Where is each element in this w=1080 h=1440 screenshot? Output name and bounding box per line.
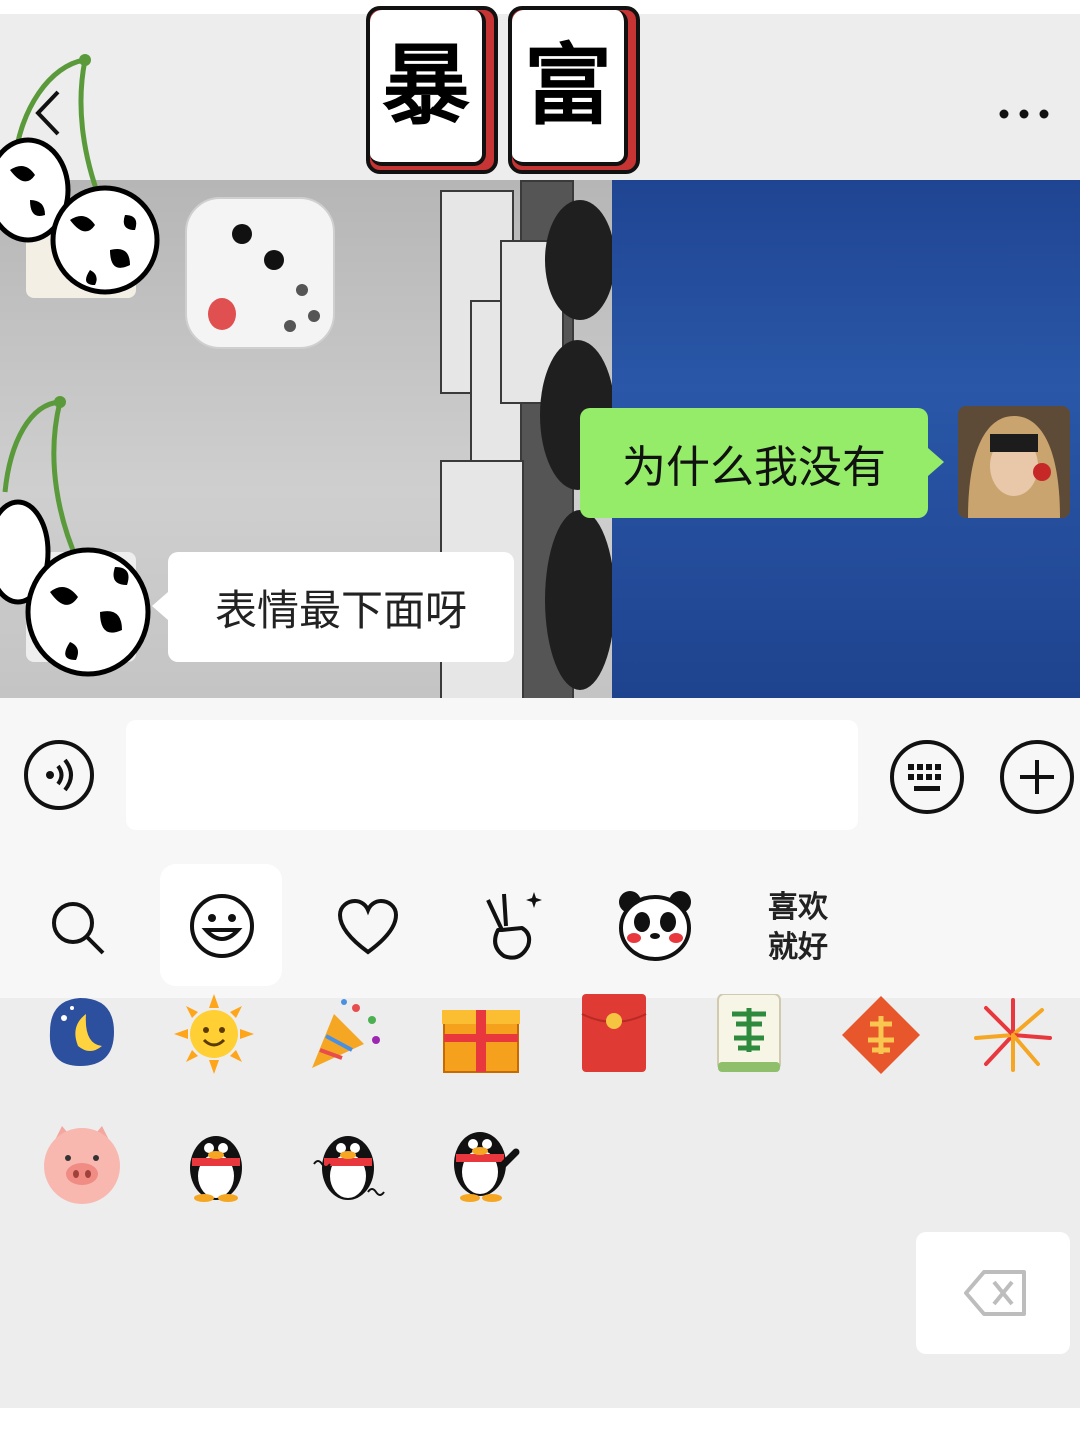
pig-icon[interactable] bbox=[40, 1122, 124, 1206]
more-options-icon[interactable] bbox=[996, 104, 1052, 124]
moon-icon[interactable] bbox=[40, 992, 120, 1072]
voice-button[interactable] bbox=[24, 740, 94, 810]
fa-tile-icon[interactable] bbox=[716, 994, 782, 1074]
victory-hand-icon[interactable] bbox=[480, 890, 544, 962]
fu-icon[interactable] bbox=[840, 994, 922, 1076]
delete-button[interactable] bbox=[916, 1232, 1070, 1354]
penguin-icon[interactable] bbox=[176, 1128, 256, 1202]
sticker-tile-1: 暴 bbox=[366, 6, 498, 174]
user-avatar-icon bbox=[958, 406, 1070, 518]
sticker-tile-text: 富 bbox=[523, 34, 612, 137]
red-envelope-icon[interactable] bbox=[580, 994, 648, 1074]
smiley-icon[interactable] bbox=[188, 892, 256, 960]
avatar[interactable] bbox=[958, 406, 1070, 518]
heart-icon[interactable] bbox=[336, 898, 400, 956]
penguin-wave-icon[interactable] bbox=[440, 1122, 520, 1202]
cherry-sticker-icon bbox=[0, 54, 160, 295]
keyboard-icon bbox=[908, 764, 941, 791]
message-text: 为什么我没有 bbox=[622, 442, 886, 493]
sun-icon[interactable] bbox=[174, 994, 254, 1074]
cherry-sticker-icon bbox=[0, 396, 151, 677]
panda-icon[interactable] bbox=[616, 888, 694, 962]
voice-icon bbox=[46, 758, 73, 792]
fireworks-icon[interactable] bbox=[972, 994, 1054, 1076]
message-input[interactable] bbox=[126, 720, 858, 830]
message-bubble-received[interactable]: 表情最下面呀 bbox=[152, 552, 514, 662]
search-icon[interactable] bbox=[48, 898, 108, 958]
keyboard-button[interactable] bbox=[890, 740, 964, 814]
bottom-strip bbox=[0, 1408, 1080, 1440]
plus-icon bbox=[1020, 760, 1054, 794]
message-bubble-sent[interactable]: 为什么我没有 bbox=[580, 408, 944, 518]
dice-sticker-icon bbox=[185, 197, 335, 349]
gift-icon[interactable] bbox=[440, 994, 522, 1076]
sticker-tile-text: 暴 bbox=[381, 34, 470, 137]
plus-button[interactable] bbox=[1000, 740, 1074, 814]
sticker-tile-2: 富 bbox=[508, 6, 640, 174]
penguin-dance-icon[interactable] bbox=[308, 1128, 388, 1202]
backspace-icon bbox=[964, 1270, 1026, 1316]
tab-favorites-label[interactable]: 喜欢 就好 bbox=[768, 888, 844, 968]
message-text: 表情最下面呀 bbox=[214, 585, 467, 635]
party-popper-icon[interactable] bbox=[306, 994, 386, 1074]
